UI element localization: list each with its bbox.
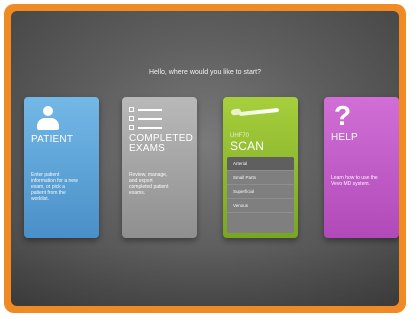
list-line (138, 109, 162, 111)
probe-icon (229, 105, 289, 119)
person-head (43, 106, 53, 116)
list-row (129, 125, 169, 131)
scan-preset-venous[interactable]: Venous (227, 199, 294, 213)
list-line (138, 127, 162, 129)
help-description: Learn how to use the Vevo MD system. (331, 175, 378, 187)
checkbox-icon (129, 107, 134, 112)
checkbox-icon (129, 116, 134, 121)
scan-title: SCAN (230, 139, 265, 153)
completed-exams-card[interactable]: COMPLETED EXAMS Review, manage, and expo… (122, 97, 197, 238)
greeting-text: Hello, where would you like to start? (148, 69, 262, 76)
list-row (129, 107, 169, 113)
question-mark-icon: ? (334, 100, 352, 131)
help-title: HELP (331, 132, 358, 143)
scan-preset-list: Arterial Small Parts Superficial Venous (227, 157, 294, 233)
help-card[interactable]: ? HELP Learn how to use the Vevo MD syst… (324, 97, 399, 238)
scan-preset-arterial[interactable]: Arterial (227, 157, 294, 171)
list-icon (129, 107, 169, 133)
patient-card[interactable]: PATIENT Enter patient information for a … (24, 97, 99, 238)
floor-shadow (11, 246, 399, 306)
checkbox-icon (129, 125, 134, 130)
device-frame: Hello, where would you like to start? PA… (0, 0, 418, 322)
person-icon (36, 106, 60, 132)
person-body (37, 118, 59, 130)
scan-preset-superficial[interactable]: Superficial (227, 185, 294, 199)
completed-exams-title: COMPLETED EXAMS (129, 133, 194, 154)
completed-exams-description: Review, manage, and export completed pat… (129, 172, 169, 196)
scan-card[interactable]: UHF70 SCAN Arterial Small Parts Superfic… (223, 97, 298, 238)
patient-description: Enter patient information for a new exam… (31, 172, 78, 202)
list-line (138, 118, 162, 120)
list-row (129, 116, 169, 122)
patient-title: PATIENT (31, 134, 74, 145)
start-screen: Hello, where would you like to start? PA… (11, 11, 399, 306)
probe-shaft (238, 107, 280, 117)
scan-preset-small-parts[interactable]: Small Parts (227, 171, 294, 185)
